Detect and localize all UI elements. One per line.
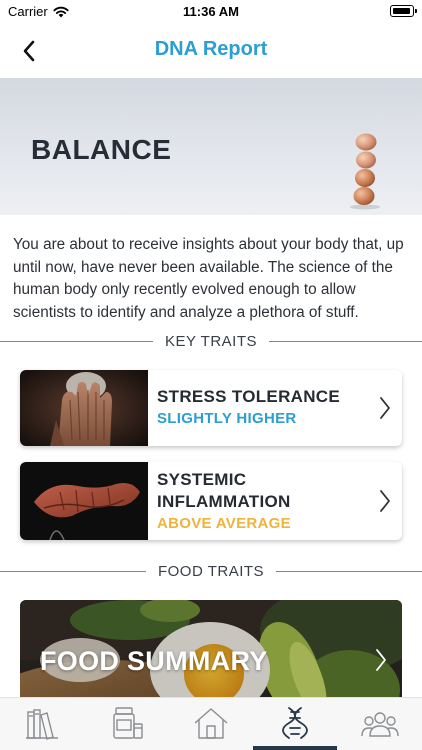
hero-banner: BALANCE	[0, 78, 422, 215]
divider-line	[0, 340, 154, 342]
tab-dna-report[interactable]	[253, 698, 337, 750]
battery-icon	[390, 5, 417, 17]
tab-library[interactable]	[0, 698, 84, 750]
chevron-right-icon	[376, 649, 386, 671]
divider-line	[276, 570, 422, 572]
trait-value: SLIGHTLY HIGHER	[157, 410, 297, 427]
tab-bar	[0, 697, 422, 750]
trait-text: SYSTEMIC INFLAMMATION ABOVE AVERAGE	[157, 469, 368, 535]
navigation-bar: DNA Report	[0, 24, 422, 78]
trait-value: ABOVE AVERAGE	[157, 515, 291, 532]
trait-text: STRESS TOLERANCE SLIGHTLY HIGHER	[157, 386, 368, 430]
chevron-right-icon	[380, 490, 390, 512]
intro-text: You are about to receive insights about …	[13, 236, 404, 321]
status-bar: Carrier 11:36 AM	[0, 0, 422, 24]
tab-community[interactable]	[338, 698, 422, 750]
key-traits-header: KEY TRAITS	[0, 331, 422, 351]
supplements-icon	[113, 707, 143, 739]
divider-line	[0, 570, 146, 572]
stacked-eggs-image	[350, 133, 380, 210]
section-label: KEY TRAITS	[165, 332, 257, 350]
hero-title: BALANCE	[31, 134, 172, 165]
food-summary-title: FOOD SUMMARY	[40, 646, 268, 676]
books-icon	[26, 709, 58, 740]
chevron-right-icon	[380, 397, 390, 419]
trait-name: STRESS TOLERANCE	[157, 387, 341, 406]
status-time: 11:36 AM	[183, 4, 239, 19]
trait-name: SYSTEMIC INFLAMMATION	[157, 470, 291, 511]
tab-home[interactable]	[169, 698, 253, 750]
community-icon	[361, 712, 399, 737]
trait-image-clasped-hands	[20, 462, 148, 540]
active-tab-indicator	[253, 746, 337, 750]
tab-supplements[interactable]	[84, 698, 168, 750]
divider-line	[269, 340, 422, 342]
trait-card-systemic-inflammation[interactable]: SYSTEMIC INFLAMMATION ABOVE AVERAGE	[20, 462, 402, 540]
food-traits-header: FOOD TRAITS	[0, 561, 422, 581]
dna-icon	[282, 707, 308, 739]
status-right	[390, 5, 417, 17]
section-label: FOOD TRAITS	[157, 562, 265, 580]
trait-card-stress-tolerance[interactable]: STRESS TOLERANCE SLIGHTLY HIGHER	[20, 370, 402, 446]
home-icon	[194, 708, 228, 739]
trait-image-hands-over-face	[20, 370, 148, 446]
page-title: DNA Report	[154, 38, 268, 60]
